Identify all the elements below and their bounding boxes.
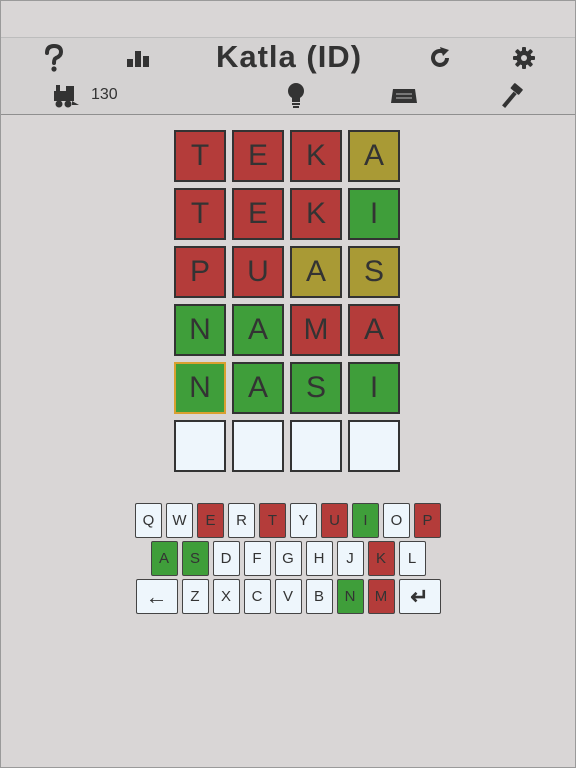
key-d[interactable]: D [212, 541, 240, 576]
board-tile: A [232, 304, 284, 356]
keyboard-row: QWERTYUIOP [0, 503, 576, 538]
settings-icon[interactable] [509, 43, 539, 73]
key-e[interactable]: E [197, 503, 224, 538]
board-tile [290, 420, 342, 472]
key-t[interactable]: T [259, 503, 286, 538]
key-k[interactable]: K [367, 541, 395, 576]
key-m[interactable]: M [367, 579, 395, 614]
board-row [174, 420, 400, 472]
key-f[interactable]: F [243, 541, 271, 576]
key-x[interactable]: X [212, 579, 240, 614]
stats-icon[interactable] [123, 43, 153, 73]
sub-bar: 130 [1, 76, 575, 115]
backspace-key[interactable]: ← [135, 579, 178, 614]
board-tile: A [348, 130, 400, 182]
key-o[interactable]: O [383, 503, 410, 538]
board-tile: N [174, 362, 226, 414]
board-tile [348, 420, 400, 472]
key-n[interactable]: N [336, 579, 364, 614]
game-board: TEKATEKIPUASNAMANASI [174, 130, 400, 478]
key-l[interactable]: L [398, 541, 426, 576]
streak-count: 130 [91, 86, 118, 103]
key-w[interactable]: W [166, 503, 193, 538]
board-tile: S [290, 362, 342, 414]
board-tile [174, 420, 226, 472]
key-q[interactable]: Q [135, 503, 162, 538]
page-title: Katla (ID) [215, 39, 363, 74]
lightbulb-icon[interactable] [281, 81, 311, 111]
keyboard-row: ← Z X C V B N M ↵ [0, 579, 576, 614]
key-r[interactable]: R [228, 503, 255, 538]
key-u[interactable]: U [321, 503, 348, 538]
board-row: NASI [174, 362, 400, 414]
help-icon[interactable] [39, 43, 69, 73]
key-p[interactable]: P [414, 503, 441, 538]
board-tile: T [174, 130, 226, 182]
board-tile: A [232, 362, 284, 414]
board-tile: I [348, 188, 400, 240]
hammer-icon[interactable] [497, 81, 527, 111]
board-tile [232, 420, 284, 472]
board-tile: A [348, 304, 400, 356]
header-bar: Katla (ID) [1, 37, 575, 77]
board-tile: E [232, 188, 284, 240]
board-row: NAMA [174, 304, 400, 356]
enter-key[interactable]: ↵ [398, 579, 441, 614]
board-tile: N [174, 304, 226, 356]
board-tile: A [290, 246, 342, 298]
board-tile: I [348, 362, 400, 414]
board-row: TEKA [174, 130, 400, 182]
board-tile: E [232, 130, 284, 182]
key-a[interactable]: A [150, 541, 178, 576]
key-y[interactable]: Y [290, 503, 317, 538]
board-tile: K [290, 130, 342, 182]
on-screen-keyboard: Q W E R T Y U I O P A S D F G H J K L ← Z X C V B N M ↵ [0, 503, 576, 617]
board-tile: K [290, 188, 342, 240]
locomotive-icon[interactable] [51, 81, 81, 111]
keyboard-icon[interactable] [389, 81, 419, 111]
key-h[interactable]: H [305, 541, 333, 576]
board-tile: S [348, 246, 400, 298]
key-g[interactable]: G [274, 541, 302, 576]
board-tile: M [290, 304, 342, 356]
key-s[interactable]: S [181, 541, 209, 576]
key-c[interactable]: C [243, 579, 271, 614]
board-tile: P [174, 246, 226, 298]
board-row: PUAS [174, 246, 400, 298]
key-b[interactable]: B [305, 579, 333, 614]
board-tile: U [232, 246, 284, 298]
key-v[interactable]: V [274, 579, 302, 614]
board-row: TEKI [174, 188, 400, 240]
refresh-icon[interactable] [425, 43, 455, 73]
key-j[interactable]: J [336, 541, 364, 576]
board-tile: T [174, 188, 226, 240]
key-z[interactable]: Z [181, 579, 209, 614]
key-i[interactable]: I [352, 503, 379, 538]
keyboard-row: ASDFGHJKL [0, 541, 576, 576]
